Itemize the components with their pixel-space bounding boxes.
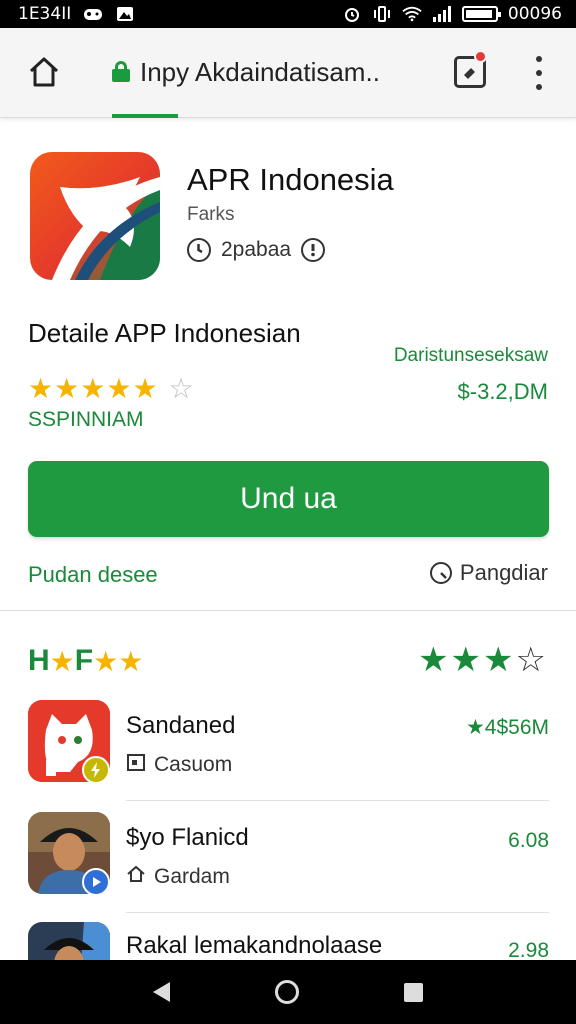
status-time: 1E34II — [18, 4, 72, 24]
image-icon — [115, 6, 135, 22]
section-title-text: H — [28, 644, 50, 677]
more-menu-icon[interactable] — [532, 56, 546, 90]
detail-title: Detaile APP Indonesian — [28, 318, 301, 348]
star-filled-icon: ★ — [132, 373, 158, 404]
detail-sub: SSPINNIAM — [28, 408, 144, 431]
list-item-value: 6.08 — [508, 829, 549, 852]
section-title-text: F — [74, 644, 94, 677]
star-filled-icon: ★ — [28, 373, 54, 404]
star-empty-icon: ☆ — [168, 373, 194, 404]
section-title: H ★ F ★ ★ — [28, 644, 143, 678]
detail-right-label: Daristunseseksaw — [393, 345, 548, 366]
app-title: APR Indonesia — [187, 162, 394, 197]
back-icon[interactable] — [152, 982, 170, 1002]
play-badge-icon — [82, 868, 110, 896]
search-icon — [429, 562, 452, 584]
star-filled-icon: ★ — [80, 373, 106, 404]
share-link[interactable]: Pangdiar — [429, 560, 548, 586]
list-item[interactable]: Rakal lemakandnolaase 2.98 — [28, 922, 549, 960]
wifi-icon — [402, 6, 422, 22]
status-bar: 1E34II 00096 — [0, 0, 576, 28]
star-filled-icon: ★ — [418, 641, 451, 679]
notification-badge — [474, 50, 487, 63]
more-info-link[interactable]: Pudan desee — [28, 562, 158, 588]
list-divider — [126, 800, 549, 801]
star-filled-icon: ★ — [118, 645, 144, 677]
star-filled-icon: ★ — [106, 373, 132, 404]
star-filled-icon: ★ — [450, 641, 484, 679]
list-item-sub-text: Gardam — [154, 865, 230, 888]
price-label: $-3.2,DM — [457, 379, 548, 404]
battery-icon — [461, 6, 501, 22]
list-item-sub-text: Casuom — [154, 753, 233, 776]
star-filled-icon: ★ — [49, 645, 75, 677]
list-item-title: Rakal lemakandnolaase — [126, 932, 383, 959]
url-progress — [112, 114, 178, 118]
status-battery-text: 00096 — [507, 4, 562, 24]
list-item[interactable]: Sandaned Casuom ★4$56M — [28, 700, 549, 801]
calendar-icon — [126, 752, 146, 778]
list-item-title: Sandaned — [126, 712, 236, 739]
alarm-icon — [342, 6, 362, 22]
url-text: Inpy Akdaindatisam.. — [140, 56, 380, 87]
vibrate-icon — [372, 6, 392, 22]
star-filled-icon: ★ — [54, 373, 80, 404]
home-icon[interactable] — [26, 54, 62, 90]
home-icon — [126, 864, 146, 890]
lock-icon — [112, 61, 130, 83]
system-nav-bar — [0, 960, 576, 1024]
app-meta: 2pabaa — [187, 238, 326, 262]
star-filled-icon: ★ — [483, 641, 516, 679]
list-item-sub: Casuom — [126, 752, 232, 778]
app-developer[interactable]: Farks — [187, 204, 235, 226]
url-bar[interactable]: Inpy Akdaindatisam.. — [112, 50, 432, 94]
signal-icon — [432, 6, 452, 22]
list-item-title: $yo Flanicd — [126, 824, 249, 851]
recents-icon[interactable] — [404, 982, 424, 1002]
home-nav-icon[interactable] — [274, 980, 299, 1004]
rating-stars: ★ ★ ★ ★ ★ ☆ — [28, 372, 194, 405]
star-outline-icon: ☆ — [515, 641, 548, 679]
star-filled-icon: ★ — [93, 645, 119, 677]
game-icon — [83, 6, 103, 22]
info-icon[interactable] — [301, 238, 326, 262]
browser-toolbar: Inpy Akdaindatisam.. — [0, 28, 576, 118]
install-button[interactable]: Und ua — [28, 461, 549, 537]
list-item-sub: Gardam — [126, 864, 230, 890]
avatar — [28, 922, 110, 960]
app-icon — [30, 152, 160, 280]
share-link-label: Pangdiar — [459, 560, 548, 585]
section-rating[interactable]: ★★★☆ — [418, 640, 548, 680]
app-meta-text: 2pabaa — [221, 238, 292, 261]
list-item[interactable]: $yo Flanicd Gardam 6.08 — [28, 812, 549, 913]
section-divider — [0, 610, 576, 611]
clock-icon — [187, 238, 211, 262]
lightning-badge-icon — [82, 756, 110, 784]
list-item-value: 2.98 — [508, 939, 549, 960]
list-item-value: ★4$56M — [465, 716, 549, 739]
list-divider — [126, 912, 549, 913]
